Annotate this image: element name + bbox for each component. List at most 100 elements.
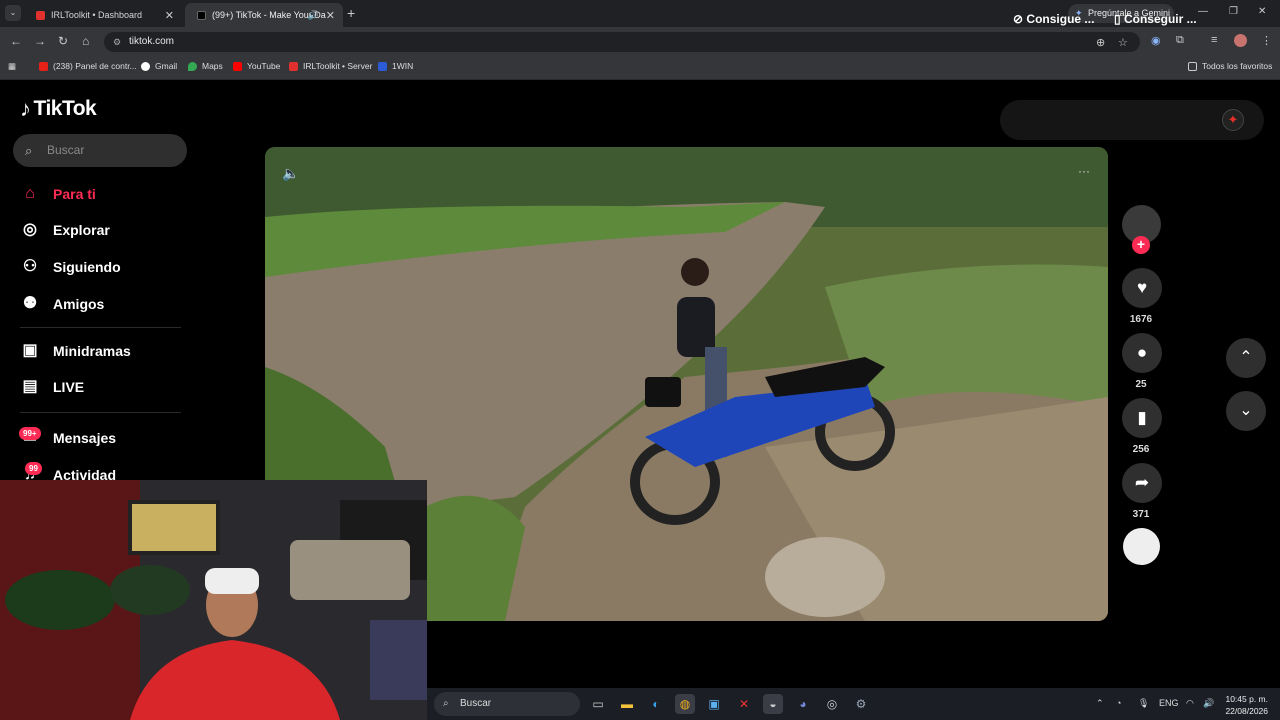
comment-count: 25 xyxy=(1135,379,1147,390)
store-icon[interactable]: ▣ xyxy=(704,694,724,714)
bookmark-1win[interactable]: 1WIN xyxy=(378,61,413,71)
search-placeholder: Buscar xyxy=(47,143,85,157)
file-explorer-icon[interactable]: ▬ xyxy=(617,694,637,714)
chrome-menu-icon[interactable]: ⋮ xyxy=(1261,34,1272,47)
user-follow-icon: ⚇ xyxy=(22,258,38,275)
nav-label: Explorar xyxy=(53,222,110,238)
get-app-button[interactable]: ▯ Conseguir ... xyxy=(1114,12,1197,26)
sidebar-divider xyxy=(20,327,181,328)
site-info-icon[interactable]: ⚙ xyxy=(113,32,121,52)
youtube-icon xyxy=(233,61,242,71)
tiktok-logo[interactable]: ♪ TikTok xyxy=(20,96,97,122)
share-button[interactable]: ➦ xyxy=(1122,463,1162,503)
search-input[interactable]: ⌕ Buscar xyxy=(13,134,187,167)
folder-icon xyxy=(1188,61,1197,71)
comment-button[interactable]: ● xyxy=(1122,333,1162,373)
close-tab-icon[interactable]: ✕ xyxy=(326,9,335,22)
bookmark-star-icon[interactable]: ☆ xyxy=(1118,33,1128,53)
chrome-icon[interactable]: ◍ xyxy=(675,694,695,714)
speaker-icon[interactable]: 🔊 xyxy=(308,10,319,21)
restore-icon[interactable]: ❐ xyxy=(1229,6,1238,17)
extensions-puzzle-icon[interactable]: ⧉ xyxy=(1176,34,1184,47)
tab-search-menu-icon[interactable]: ⌄ xyxy=(5,5,21,21)
browser-tab-irltoolkit[interactable]: IRLToolkit • Dashboard ✕ xyxy=(24,3,182,27)
nav-siguiendo[interactable]: ⚇ Siguiendo xyxy=(20,257,121,277)
nav-explorar[interactable]: ◎ Explorar xyxy=(20,220,110,240)
browser-tab-tiktok[interactable]: (99+) TikTok - Make Your Da 🔊 ✕ xyxy=(185,3,343,27)
webcam-frame xyxy=(0,480,427,720)
search-icon: ⌕ xyxy=(25,143,33,158)
share-arrow-icon: ➦ xyxy=(1134,473,1150,492)
volume-icon[interactable]: 🔈 xyxy=(282,165,299,182)
chevron-down-icon: ⌄ xyxy=(1239,402,1253,419)
settings-gear-icon[interactable]: ⚙ xyxy=(851,694,871,714)
nav-para-ti[interactable]: ⌂ Para ti xyxy=(20,184,96,204)
nav-label: Amigos xyxy=(53,296,105,312)
clock-time: 10:45 p. m. xyxy=(1225,694,1268,704)
discord-icon[interactable]: ◕ xyxy=(793,694,813,714)
task-view-icon[interactable]: ▭ xyxy=(588,694,608,714)
app-x-icon[interactable]: ✕ xyxy=(734,694,754,714)
nav-amigos[interactable]: ⚉ Amigos xyxy=(20,294,105,314)
bookmark-irltoolkit-server[interactable]: IRLToolkit • Server xyxy=(289,61,372,71)
extension-icon[interactable]: ◉ xyxy=(1151,34,1161,47)
heart-icon: ♥ xyxy=(1136,278,1148,297)
nav-minidramas[interactable]: ▣ Minidramas xyxy=(20,341,130,361)
language-indicator[interactable]: ENG xyxy=(1159,698,1179,708)
nav-label: Siguiendo xyxy=(53,259,121,275)
taskbar-search-input[interactable]: ⌕ Buscar xyxy=(434,692,580,716)
logo-text: TikTok xyxy=(33,97,97,120)
close-window-icon[interactable]: ✕ xyxy=(1258,6,1266,17)
zoom-icon[interactable]: ⊕ xyxy=(1096,33,1105,53)
obs-icon[interactable]: ◎ xyxy=(822,694,842,714)
back-icon[interactable]: ← xyxy=(10,34,22,48)
steam-icon[interactable]: ◒ xyxy=(763,694,783,714)
more-options-icon[interactable]: ··· xyxy=(1078,164,1090,178)
tiktok-note-icon: ♪ xyxy=(20,96,31,121)
music-disc-icon[interactable] xyxy=(1123,528,1160,565)
taskbar-clock[interactable]: 10:45 p. m. 22/08/2026 xyxy=(1224,693,1268,717)
youtube-icon xyxy=(39,61,48,71)
reload-icon[interactable]: ↻ xyxy=(58,34,68,48)
home-browser-icon[interactable]: ⌂ xyxy=(82,34,89,48)
url-text: tiktok.com xyxy=(129,36,175,47)
edge-icon[interactable]: ◐ xyxy=(646,694,666,714)
bookmark-maps[interactable]: Maps xyxy=(188,61,223,71)
nav-label: Para ti xyxy=(53,186,96,202)
reading-list-icon[interactable]: ≡ xyxy=(1211,34,1217,46)
bookmark-label: 1WIN xyxy=(392,61,414,71)
tray-overflow-icon[interactable]: ⌃ xyxy=(1096,698,1104,709)
save-count: 256 xyxy=(1132,444,1150,455)
all-favorites-folder[interactable]: Todos los favoritos xyxy=(1188,61,1272,71)
nav-live[interactable]: ▤ LIVE xyxy=(20,377,84,397)
get-coins-button[interactable]: ⊘ Consigue ... xyxy=(1013,12,1094,26)
phone-icon: ▯ xyxy=(1114,12,1121,26)
tiktok-favicon-icon xyxy=(197,10,206,20)
tab-title: IRLToolkit • Dashboard xyxy=(51,10,143,20)
bookmark-youtube[interactable]: YouTube xyxy=(233,61,280,71)
close-tab-icon[interactable]: ✕ xyxy=(165,9,174,22)
tray-app-icon[interactable]: ◔ xyxy=(1116,698,1121,708)
wifi-icon[interactable]: ◠ xyxy=(1186,698,1194,709)
volume-tray-icon[interactable]: 🔊 xyxy=(1203,698,1214,709)
bookmarks-bar: ▦ (238) Panel de contr... Gmail Maps You… xyxy=(0,56,1280,80)
microphone-icon[interactable]: 🎙 xyxy=(1138,698,1149,709)
apps-grid-icon[interactable]: ▦ xyxy=(8,61,16,72)
profile-avatar[interactable]: ✦ xyxy=(1222,109,1244,131)
next-video-button[interactable]: ⌄ xyxy=(1226,391,1266,431)
webcam-overlay xyxy=(0,480,427,720)
tv-icon: ▤ xyxy=(22,378,38,395)
forward-icon[interactable]: → xyxy=(34,34,46,48)
bookmark-label: Todos los favoritos xyxy=(1202,61,1273,71)
previous-video-button[interactable]: ⌃ xyxy=(1226,338,1266,378)
bookmark-gmail[interactable]: Gmail xyxy=(141,61,177,71)
bookmark-panel[interactable]: (238) Panel de contr... xyxy=(39,61,137,71)
profile-avatar-icon[interactable] xyxy=(1234,34,1247,47)
save-button[interactable]: ▮ xyxy=(1122,398,1162,438)
minimize-icon[interactable]: — xyxy=(1198,6,1208,17)
new-tab-icon[interactable]: + xyxy=(347,5,355,21)
url-field[interactable]: ⚙ tiktok.com ⊕ ☆ xyxy=(104,32,1140,52)
follow-plus-icon[interactable]: + xyxy=(1132,236,1150,254)
like-button[interactable]: ♥ xyxy=(1122,268,1162,308)
film-icon: ▣ xyxy=(22,342,38,359)
